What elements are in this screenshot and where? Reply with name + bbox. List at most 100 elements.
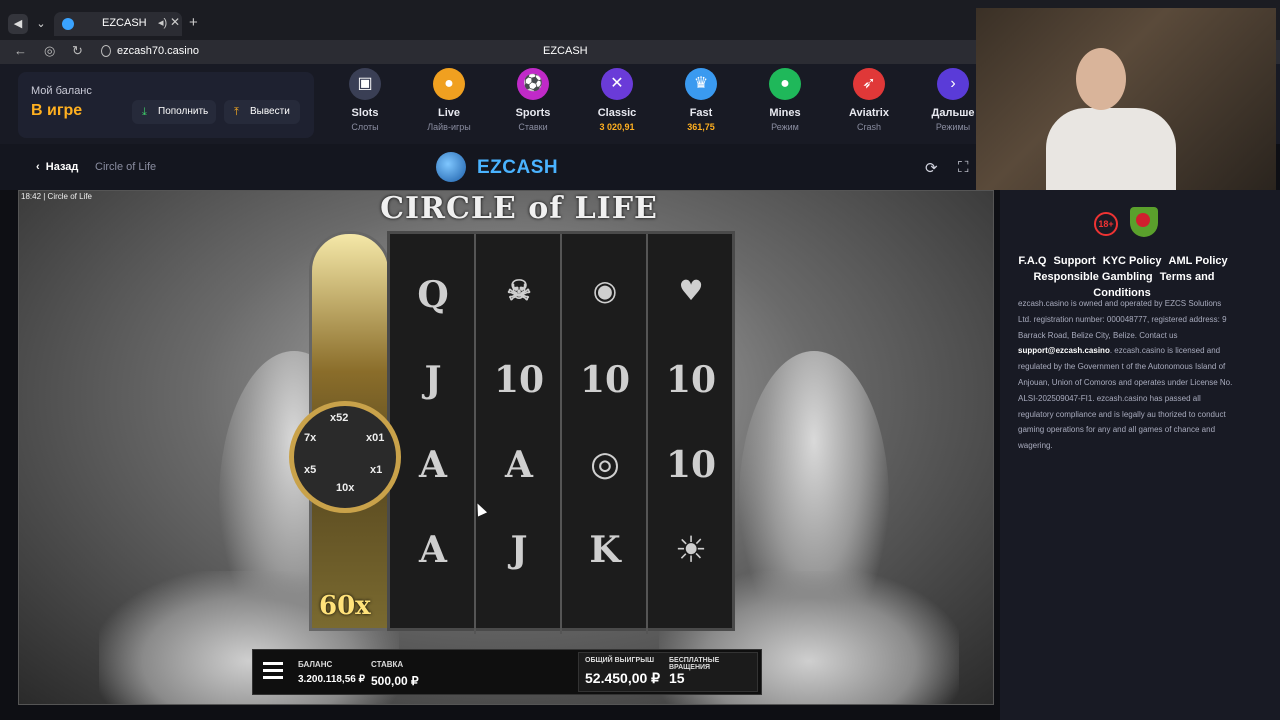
legal-text-1: ezcash.casino is owned and operated by E… xyxy=(1018,299,1227,340)
category-sub: 3 020,91 xyxy=(599,122,635,132)
game-hud: БАЛАНС 3.200.118,56 ₽ СТАВКА 500,00 ₽ ОБ… xyxy=(252,649,762,695)
speaker-icon[interactable]: ◂) xyxy=(158,16,167,29)
skull-symbol-icon: ☠ xyxy=(506,274,532,307)
wheel-value: 10x xyxy=(336,482,355,494)
reel-column: ◉ 10 ◎ K xyxy=(562,234,648,634)
category-mines[interactable]: ● Mines Режим xyxy=(750,68,820,138)
bomb-icon: ● xyxy=(769,68,801,100)
hud-bet-value[interactable]: 500,00 ₽ xyxy=(371,674,419,688)
eye-symbol-icon: ◎ xyxy=(590,444,620,484)
category-name: Sports xyxy=(515,107,551,119)
refresh-icon[interactable]: ⟳ xyxy=(925,159,938,177)
category-name: Fast xyxy=(689,107,713,119)
category-aviatrix[interactable]: ➶ Aviatrix Crash xyxy=(834,68,904,138)
category-sub: Crash xyxy=(856,122,881,132)
reel-symbol: J xyxy=(510,529,528,571)
back-button[interactable]: ‹ Назад xyxy=(36,161,78,173)
back-label: Назад xyxy=(45,161,79,173)
heart-symbol-icon: ♥ xyxy=(678,274,704,307)
license-shield-icon[interactable] xyxy=(1130,207,1158,237)
game-frame[interactable]: 18:42 | Circle of Life CIRCLE of LIFE Q … xyxy=(18,190,994,705)
wheel-value: x52 xyxy=(330,412,349,424)
ball-icon: ⚽ xyxy=(517,68,549,100)
link-responsible-gambling[interactable]: Responsible Gambling xyxy=(1033,271,1152,283)
tab-favicon-icon xyxy=(62,18,74,30)
category-sub: 361,75 xyxy=(687,122,715,132)
tab-audio-icon[interactable]: ◀ xyxy=(8,14,28,34)
wheel-value: x01 xyxy=(366,432,385,444)
reel-symbol: A xyxy=(505,444,533,486)
category-name: Live xyxy=(437,107,460,119)
back-arrow-icon[interactable]: ← xyxy=(14,43,27,58)
logo-globe-icon xyxy=(436,152,466,182)
withdraw-button[interactable]: ⤒ Вывести xyxy=(224,100,300,124)
new-tab-icon[interactable]: + xyxy=(189,14,198,31)
category-name: Aviatrix xyxy=(849,107,889,119)
wheel-value: x1 xyxy=(370,464,383,476)
hud-free-spins-value: 15 xyxy=(669,670,685,686)
reload-icon[interactable]: ↻ xyxy=(72,43,83,59)
category-classic[interactable]: ✕ Classic 3 020,91 xyxy=(582,68,652,138)
extension-icon[interactable]: ◎ xyxy=(44,43,55,59)
category-name: Slots xyxy=(351,107,379,119)
reel-symbol: 10 xyxy=(665,444,717,486)
rocket-icon: ➶ xyxy=(853,68,885,100)
reel-symbol: 10 xyxy=(579,359,631,401)
multiplier-value: 60x xyxy=(319,591,371,621)
link-aml[interactable]: AML Policy xyxy=(1169,255,1228,267)
url-text[interactable]: ezcash70.casino xyxy=(117,45,199,57)
browser-tab[interactable]: EZCASH ◂) ✕ xyxy=(54,12,182,36)
reel-column: ♥ 10 10 ☀ xyxy=(648,234,734,634)
category-name: Mines xyxy=(769,107,801,119)
category-sports[interactable]: ⚽ Sports Ставки xyxy=(498,68,568,138)
hud-win-label: ОБЩИЙ ВЫИГРЫШ xyxy=(585,657,655,664)
reel-symbol: K xyxy=(589,529,621,571)
game-tag: 18:42 | Circle of Life xyxy=(21,192,93,201)
reel-symbol: 10 xyxy=(493,359,545,401)
hud-balance-value: 3.200.118,56 ₽ xyxy=(298,674,365,685)
footer-links: F.A.Q Support KYC Policy AML Policy Resp… xyxy=(1008,253,1238,301)
download-icon: ⤓ xyxy=(142,106,147,118)
menu-icon[interactable] xyxy=(263,662,283,680)
hud-free-spins-label: БЕСПЛАТНЫЕ ВРАЩЕНИЯ xyxy=(669,657,720,671)
streamer-body-image xyxy=(1046,108,1176,198)
breadcrumb[interactable]: Circle of Life xyxy=(95,161,156,173)
site-info-icon[interactable] xyxy=(101,45,111,57)
crown-icon: ♛ xyxy=(685,68,717,100)
reel-symbol: A xyxy=(419,529,447,571)
category-live[interactable]: ● Live Лайв-игры xyxy=(414,68,484,138)
category-bar: ▣ Slots Слоты ● Live Лайв-игры ⚽ Sports … xyxy=(324,64,980,144)
legal-text: ezcash.casino is owned and operated by E… xyxy=(1018,296,1236,454)
tab-list-chevron-icon[interactable]: ⌄ xyxy=(31,14,51,34)
reel-symbol: Q xyxy=(417,274,449,316)
hud-win-box: ОБЩИЙ ВЫИГРЫШ 52.450,00 ₽ БЕСПЛАТНЫЕ ВРА… xyxy=(578,652,758,692)
category-sub: Слоты xyxy=(351,122,379,132)
reel-symbol: A xyxy=(419,444,447,486)
sun-symbol-icon: ☀ xyxy=(674,529,708,571)
link-faq[interactable]: F.A.Q xyxy=(1018,255,1046,267)
category-fast[interactable]: ♛ Fast 361,75 xyxy=(666,68,736,138)
tab-title: EZCASH xyxy=(102,17,147,29)
upload-icon: ⤒ xyxy=(234,106,239,118)
age-badge: 18+ xyxy=(1094,212,1118,236)
wheel-value: x5 xyxy=(304,464,317,476)
cards-icon: ▣ xyxy=(349,68,381,100)
category-sub: Ставки xyxy=(518,122,548,132)
balance-panel: Мой баланс В игре ⤓ Пополнить ⤒ Вывести xyxy=(18,72,314,138)
link-support[interactable]: Support xyxy=(1054,255,1096,267)
close-tab-icon[interactable]: ✕ xyxy=(170,15,180,29)
hud-bet-label: СТАВКА xyxy=(371,660,404,669)
fullscreen-icon[interactable]: ⛶ xyxy=(958,159,969,176)
deposit-button[interactable]: ⤓ Пополнить xyxy=(132,100,216,124)
link-kyc[interactable]: KYC Policy xyxy=(1103,255,1162,267)
withdraw-label: Вывести xyxy=(250,106,290,117)
person-icon: ● xyxy=(433,68,465,100)
legal-text-2: . ezcash.casino is licensed and regulate… xyxy=(1018,346,1233,451)
multiplier-wheel: x52 x01 x1 10x x5 7x xyxy=(289,401,401,513)
site-logo[interactable]: EZCASH xyxy=(477,157,558,179)
hud-win-value: 52.450,00 ₽ xyxy=(585,670,661,686)
support-email-link[interactable]: support@ezcash.casino xyxy=(1018,346,1110,355)
crossed-icon: ✕ xyxy=(601,68,633,100)
hud-balance-label: БАЛАНС xyxy=(298,660,333,669)
category-slots[interactable]: ▣ Slots Слоты xyxy=(330,68,400,138)
